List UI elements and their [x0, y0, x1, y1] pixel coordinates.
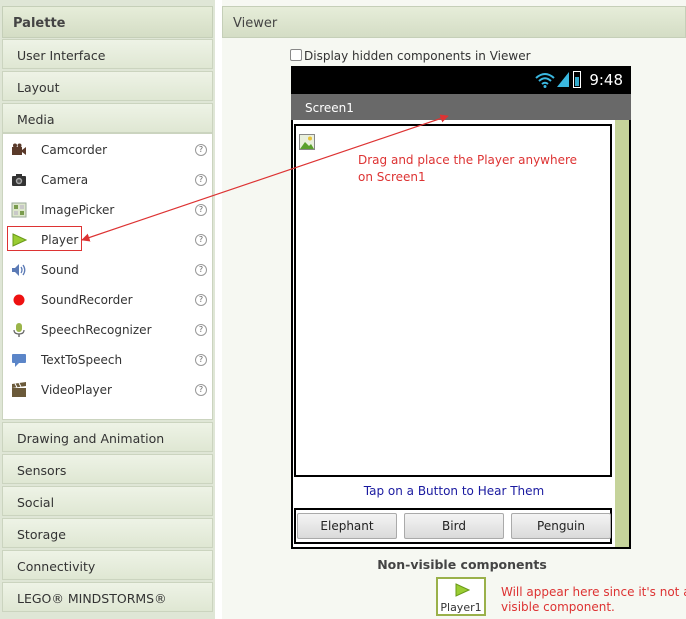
- component-label: SpeechRecognizer: [41, 323, 152, 337]
- help-icon[interactable]: ?: [195, 234, 207, 246]
- elephant-button[interactable]: Elephant: [297, 513, 397, 539]
- category-lego-mindstorms[interactable]: LEGO® MINDSTORMS®: [2, 582, 213, 612]
- camera-icon: [12, 174, 26, 186]
- image-picker-icon: [11, 202, 27, 218]
- help-icon[interactable]: ?: [195, 264, 207, 276]
- bird-button[interactable]: Bird: [404, 513, 504, 539]
- text-to-speech-icon: [12, 354, 26, 367]
- component-label: Sound: [41, 263, 79, 277]
- wifi-icon: [535, 73, 555, 88]
- button-row: Elephant Bird Penguin: [294, 508, 612, 544]
- sound-icon: [12, 264, 26, 276]
- component-video-player[interactable]: VideoPlayer ?: [3, 375, 212, 405]
- component-label: ImagePicker: [41, 203, 115, 217]
- viewer-title: Viewer: [222, 6, 686, 38]
- sound-recorder-icon: [13, 294, 25, 306]
- category-user-interface[interactable]: User Interface: [2, 39, 213, 69]
- nonvisible-components-title: Non-visible components: [377, 557, 547, 572]
- penguin-button[interactable]: Penguin: [511, 513, 611, 539]
- media-component-list: Camcorder ? Camera ? ImagePicker ? Playe…: [2, 133, 213, 420]
- help-icon[interactable]: ?: [195, 384, 207, 396]
- battery-icon: [573, 71, 581, 88]
- palette-panel: Palette User Interface Layout Media Camc…: [0, 0, 215, 619]
- help-icon[interactable]: ?: [195, 174, 207, 186]
- screen-title-bar: Screen1: [291, 94, 631, 120]
- viewer-panel: Viewer Display hidden components in View…: [222, 0, 686, 619]
- component-label: TextToSpeech: [41, 353, 123, 367]
- component-label: Camcorder: [41, 143, 108, 157]
- category-storage[interactable]: Storage: [2, 518, 213, 548]
- palette-title: Palette: [2, 6, 213, 38]
- category-layout[interactable]: Layout: [2, 71, 213, 101]
- screen1-canvas[interactable]: Drag and place the Player anywhere on Sc…: [293, 120, 629, 547]
- display-hidden-checkbox[interactable]: [290, 49, 302, 61]
- category-drawing-and-animation[interactable]: Drawing and Animation: [2, 422, 213, 452]
- component-sound[interactable]: Sound ?: [3, 255, 212, 285]
- drag-instruction-note: Drag and place the Player anywhere on Sc…: [358, 153, 578, 184]
- component-speech-recognizer[interactable]: SpeechRecognizer ?: [3, 315, 212, 345]
- help-icon[interactable]: ?: [195, 324, 207, 336]
- camcorder-icon: [12, 143, 26, 155]
- nonvisible-player1-label: Player1: [440, 601, 482, 614]
- phone-preview: 9:48 Screen1 Drag and place the Player a…: [291, 66, 631, 549]
- component-label: Camera: [41, 173, 89, 187]
- component-image-picker[interactable]: ImagePicker ?: [3, 195, 212, 225]
- component-label: SoundRecorder: [41, 293, 133, 307]
- image-component[interactable]: Drag and place the Player anywhere on Sc…: [294, 124, 612, 477]
- category-connectivity[interactable]: Connectivity: [2, 550, 213, 580]
- help-icon[interactable]: ?: [195, 144, 207, 156]
- image-icon: [299, 134, 315, 150]
- status-time: 9:48: [589, 71, 623, 89]
- nonvisible-note: Will appear here since it's not a visibl…: [501, 585, 686, 614]
- signal-icon: [557, 72, 569, 87]
- help-icon[interactable]: ?: [195, 294, 207, 306]
- player-icon: [455, 583, 470, 597]
- screen-scrollbar[interactable]: [615, 120, 629, 547]
- display-hidden-label[interactable]: Display hidden components in Viewer: [304, 49, 531, 63]
- help-icon[interactable]: ?: [195, 354, 207, 366]
- component-camera[interactable]: Camera ?: [3, 165, 212, 195]
- category-media[interactable]: Media: [2, 103, 213, 133]
- video-player-icon: [12, 382, 26, 397]
- category-sensors[interactable]: Sensors: [2, 454, 213, 484]
- player-highlight-box: [7, 226, 82, 251]
- nonvisible-player1[interactable]: Player1: [436, 577, 486, 616]
- component-camcorder[interactable]: Camcorder ?: [3, 135, 212, 165]
- component-sound-recorder[interactable]: SoundRecorder ?: [3, 285, 212, 315]
- help-icon[interactable]: ?: [195, 204, 207, 216]
- speech-recognizer-icon: [13, 323, 25, 337]
- status-bar: 9:48: [291, 66, 631, 94]
- tap-instruction-label: Tap on a Button to Hear Them: [363, 484, 545, 498]
- component-text-to-speech[interactable]: TextToSpeech ?: [3, 345, 212, 375]
- category-social[interactable]: Social: [2, 486, 213, 516]
- component-label: VideoPlayer: [41, 383, 112, 397]
